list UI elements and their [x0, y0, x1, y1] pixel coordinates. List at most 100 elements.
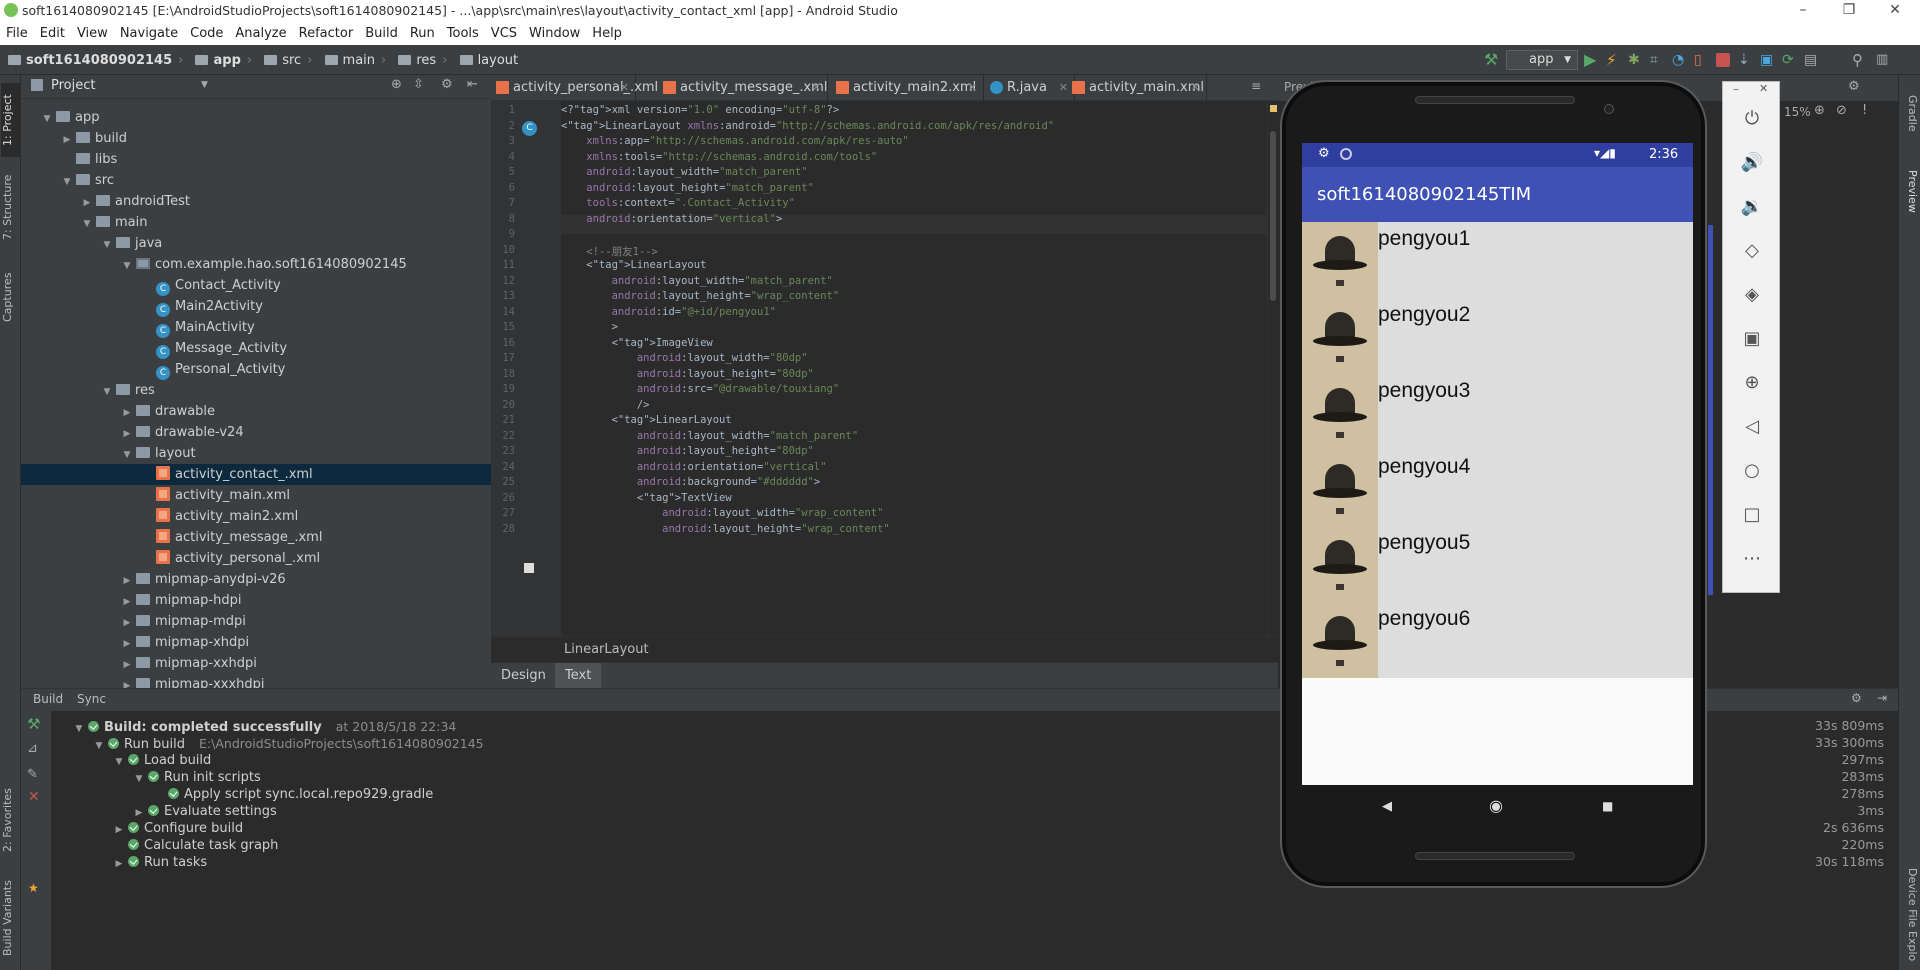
chevron-right-icon[interactable]: ▶ [121, 613, 133, 634]
tree-item[interactable]: ▼ com.example.hao.soft1614080902145 [21, 254, 491, 275]
tab-list-icon[interactable]: ≡ [1251, 79, 1261, 93]
gear-icon[interactable]: ⚙ [1848, 79, 1860, 94]
zoom-in-icon[interactable]: ⊕ [1814, 103, 1825, 118]
tree-item[interactable]: ▶ drawable-v24 [21, 422, 491, 443]
tree-item[interactable]: activity_message_.xml [21, 527, 491, 548]
menu-run[interactable]: Run [404, 22, 441, 45]
back-icon[interactable]: ◁ [1739, 414, 1765, 440]
zoom-icon[interactable]: ⊕ [1739, 370, 1765, 396]
menu-vcs[interactable]: VCS [485, 22, 523, 45]
emulator-close-button[interactable]: ✕ [1759, 82, 1768, 95]
chevron-right-icon[interactable]: ▶ [81, 193, 93, 214]
tree-item[interactable]: C MainActivity [21, 317, 491, 338]
avd-manager-icon[interactable]: ▣ [1760, 51, 1778, 69]
chevron-down-icon[interactable]: ▼ [101, 382, 113, 403]
friend-row[interactable]: pengyou5 [1302, 526, 1693, 602]
warning-icon[interactable]: ! [1862, 103, 1867, 118]
color-swatch-icon[interactable] [524, 563, 534, 573]
tab-r-java[interactable]: R.java ✕ [985, 75, 1075, 101]
tree-item[interactable]: ▼ layout [21, 443, 491, 464]
menu-code[interactable]: Code [184, 22, 229, 45]
hide-icon[interactable]: ⇥ [1877, 691, 1887, 705]
tree-item[interactable]: ▼ res [21, 380, 491, 401]
camera-icon[interactable]: ▣ [1739, 326, 1765, 352]
breadcrumb-main[interactable]: main › [324, 45, 386, 75]
chevron-down-icon[interactable]: ▼ [73, 721, 85, 738]
tab-activity-main[interactable]: activity_main.xml ✕ [1067, 75, 1207, 101]
apply-changes-icon[interactable]: ⚡ [1606, 51, 1624, 69]
breadcrumb-project[interactable]: soft1614080902145 › [8, 45, 183, 75]
tree-item[interactable]: ▼ src [21, 170, 491, 191]
rotate-right-icon[interactable]: ◈ [1739, 282, 1765, 308]
close-tab-icon[interactable]: ✕ [1191, 75, 1200, 101]
tree-item[interactable]: ▶ mipmap-anydpi-v26 [21, 569, 491, 590]
build-tree-item[interactable]: ▼ Run init scripts [133, 769, 261, 786]
minimize-button[interactable]: – [1780, 0, 1826, 22]
attach-debugger-icon[interactable]: ⌗ [1650, 51, 1668, 69]
debug-icon[interactable]: ✱ [1628, 51, 1646, 69]
editor-scrollbar[interactable] [1267, 101, 1278, 636]
tree-item[interactable]: activity_personal_.xml [21, 548, 491, 569]
tab-activity-message[interactable]: activity_message_.xml ✕ [658, 75, 828, 101]
rotate-left-icon[interactable]: ◇ [1739, 238, 1765, 264]
build-tree-item[interactable]: ▶ Configure build [113, 820, 244, 837]
emulator-minimize-button[interactable]: – [1733, 82, 1739, 96]
chevron-right-icon[interactable]: ▶ [121, 592, 133, 613]
breadcrumb-res[interactable]: res › [398, 45, 447, 75]
back-button[interactable]: ◀ [1382, 799, 1392, 814]
project-view-select[interactable]: Project [51, 78, 95, 93]
device-file-explorer-tab[interactable]: Device File Explo [1901, 865, 1919, 965]
chevron-right-icon[interactable]: ▶ [121, 571, 133, 592]
tree-item[interactable]: ▶ mipmap-xxhdpi [21, 653, 491, 674]
structure-icon[interactable]: ▤ [1804, 51, 1822, 69]
tree-item[interactable]: ▶ mipmap-mdpi [21, 611, 491, 632]
tree-item[interactable]: C Main2Activity [21, 296, 491, 317]
tree-item[interactable]: C Contact_Activity [21, 275, 491, 296]
menu-build[interactable]: Build [359, 22, 404, 45]
gradle-tool-tab[interactable]: Gradle [1901, 83, 1919, 143]
tree-item[interactable]: ▶ mipmap-hdpi [21, 590, 491, 611]
tree-item[interactable]: ▼ main [21, 212, 491, 233]
breadcrumb-src[interactable]: src › [264, 45, 312, 75]
tree-item[interactable]: C Message_Activity [21, 338, 491, 359]
tree-item[interactable]: activity_main2.xml [21, 506, 491, 527]
chevron-down-icon[interactable]: ▼ [201, 80, 208, 90]
tree-item[interactable]: ▶ androidTest [21, 191, 491, 212]
close-tab-icon[interactable]: ✕ [968, 75, 977, 101]
chevron-down-icon[interactable]: ▼ [61, 172, 73, 193]
chevron-down-icon[interactable]: ▼ [41, 109, 53, 130]
build-tree-item[interactable]: ▼ Load build [113, 752, 212, 771]
chevron-down-icon[interactable]: ▼ [113, 754, 125, 771]
make-project-icon[interactable]: ⚒ [1484, 51, 1502, 69]
tree-item[interactable]: ▼ app [21, 107, 491, 128]
stop-icon[interactable] [1716, 53, 1730, 67]
menu-help[interactable]: Help [586, 22, 628, 45]
more-icon[interactable]: ⋯ [1739, 546, 1765, 572]
tree-item[interactable]: ▶ drawable [21, 401, 491, 422]
chevron-right-icon[interactable]: ▶ [121, 424, 133, 445]
profile-icon[interactable]: ◔ [1672, 51, 1690, 69]
chevron-down-icon[interactable]: ▼ [121, 445, 133, 466]
class-gutter-icon[interactable]: C [522, 121, 537, 136]
tab-text[interactable]: Text [555, 663, 602, 689]
phone-screen[interactable]: ⚙ ▾◢▮ 2:36 soft1614080902145TIM pengyou1… [1302, 143, 1693, 785]
menu-navigate[interactable]: Navigate [114, 22, 184, 45]
captures-tool-tab[interactable]: Captures [1, 265, 20, 329]
rebuild-icon[interactable]: ⚒ [27, 715, 40, 733]
tab-activity-personal[interactable]: activity_personal_.xml ✕ [491, 75, 658, 101]
close-tab-icon[interactable]: ✕ [620, 75, 629, 101]
chevron-right-icon[interactable]: ▶ [113, 856, 125, 873]
chevron-down-icon[interactable]: ▼ [121, 256, 133, 277]
favorites-tool-tab[interactable]: 2: Favorites [1, 785, 20, 855]
star-icon[interactable]: ★ [28, 881, 39, 895]
volume-down-icon[interactable]: 🔉 [1739, 194, 1765, 220]
friend-row[interactable]: pengyou1 [1302, 222, 1693, 298]
sdk-manager-icon[interactable]: ⇣ [1738, 51, 1756, 69]
tab-build[interactable]: Build [33, 692, 63, 706]
gear-icon[interactable]: ⚙ [1851, 691, 1862, 705]
build-tree-item[interactable]: Calculate task graph [113, 837, 278, 854]
pin-icon[interactable]: ✎ [27, 767, 38, 782]
hide-icon[interactable]: ⇤ [467, 77, 478, 92]
search-icon[interactable]: ⚲ [1852, 51, 1870, 69]
home-button[interactable]: ◉ [1489, 796, 1503, 815]
